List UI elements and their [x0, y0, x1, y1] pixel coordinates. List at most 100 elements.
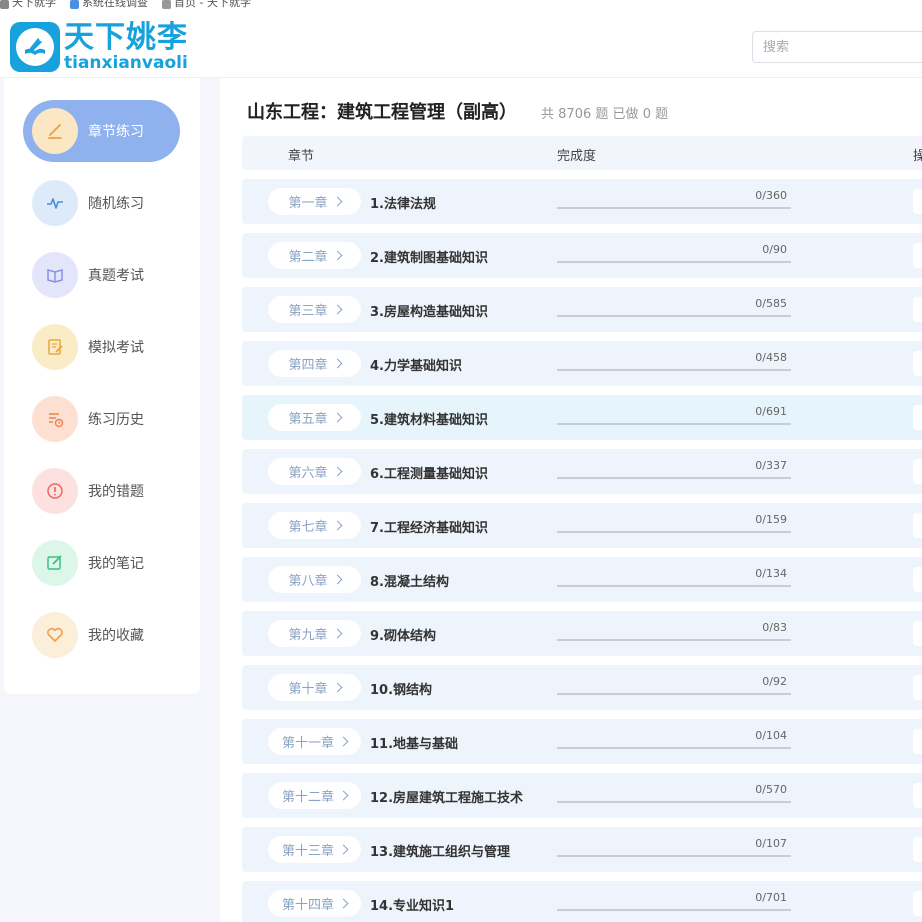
chapter-chip[interactable]: 第七章 — [268, 512, 361, 539]
chevron-right-icon — [332, 196, 342, 207]
chevron-right-icon — [332, 304, 342, 315]
practice-button[interactable] — [913, 783, 922, 808]
chapter-chip[interactable]: 第八章 — [268, 566, 361, 593]
sidebar-item[interactable]: 我的笔记 — [23, 532, 180, 594]
column-progress: 完成度 — [557, 149, 597, 164]
practice-button[interactable] — [913, 459, 922, 484]
chapter-row[interactable]: 第六章 6.工程测量基础知识 0/337 — [242, 449, 922, 494]
chapter-chip[interactable]: 第三章 — [268, 296, 361, 323]
practice-button[interactable] — [913, 567, 922, 592]
pencil-icon — [32, 108, 78, 154]
chapter-chip[interactable]: 第十三章 — [268, 836, 361, 863]
practice-button[interactable] — [913, 297, 922, 322]
chapter-title: 10.钢结构 — [370, 683, 433, 698]
history-list-icon — [32, 396, 78, 442]
chapter-title: 8.混凝土结构 — [370, 575, 449, 590]
practice-button[interactable] — [913, 351, 922, 376]
chapter-row[interactable]: 第九章 9.砌体结构 0/83 — [242, 611, 922, 656]
chapter-row[interactable]: 第十四章 14.专业知识1 0/701 — [242, 881, 922, 922]
chevron-right-icon — [338, 898, 349, 909]
practice-button[interactable] — [913, 837, 922, 862]
chapter-row[interactable]: 第十章 10.钢结构 0/92 — [242, 665, 922, 710]
chapter-chip[interactable]: 第十章 — [268, 674, 361, 701]
practice-button[interactable] — [913, 513, 922, 538]
chevron-right-icon — [332, 574, 342, 585]
bookmark-label: 系统在线调查 — [82, 0, 148, 9]
chapter-title: 9.砌体结构 — [370, 629, 436, 644]
chapter-chip[interactable]: 第六章 — [268, 458, 361, 485]
chapter-chip-label: 第六章 — [288, 466, 328, 481]
chapter-chip[interactable]: 第十二章 — [268, 782, 361, 809]
search-input[interactable] — [753, 32, 922, 62]
sidebar-item[interactable]: 模拟考试 — [23, 316, 180, 378]
page-header: 山东工程：建筑工程管理（副高） 共 8706 题 已做 0 题 — [247, 98, 668, 124]
chapter-chip[interactable]: 第九章 — [268, 620, 361, 647]
search-box — [752, 31, 922, 63]
chapter-row[interactable]: 第七章 7.工程经济基础知识 0/159 — [242, 503, 922, 548]
chapter-row[interactable]: 第八章 8.混凝土结构 0/134 — [242, 557, 922, 602]
sidebar-item[interactable]: 章节练习 — [23, 100, 180, 162]
practice-button[interactable] — [913, 891, 922, 916]
progress-bar — [557, 531, 791, 533]
chapter-row[interactable]: 第二章 2.建筑制图基础知识 0/90 — [242, 233, 922, 278]
chapter-chip-label: 第四章 — [288, 358, 328, 373]
bookmark-item[interactable]: 系统在线调查 — [70, 0, 148, 9]
progress-text: 0/92 — [762, 675, 787, 688]
chapter-chip[interactable]: 第一章 — [268, 188, 361, 215]
bookmark-label: 首页 - 天下就学 — [174, 0, 251, 9]
progress-bar — [557, 693, 791, 695]
chevron-right-icon — [338, 736, 349, 747]
logo-badge — [10, 22, 60, 72]
practice-button[interactable] — [913, 405, 922, 430]
chapter-row[interactable]: 第三章 3.房屋构造基础知识 0/585 — [242, 287, 922, 332]
progress-text: 0/159 — [755, 513, 787, 526]
bookmark-item[interactable]: 首页 - 天下就学 — [162, 0, 251, 9]
chapter-chip[interactable]: 第十一章 — [268, 728, 361, 755]
chapter-row[interactable]: 第十三章 13.建筑施工组织与管理 0/107 — [242, 827, 922, 872]
logo-book-pen-icon — [16, 28, 54, 66]
chevron-right-icon — [332, 682, 342, 693]
chapter-title: 1.法律法规 — [370, 197, 436, 212]
sidebar-item[interactable]: 练习历史 — [23, 388, 180, 450]
progress-text: 0/585 — [755, 297, 787, 310]
chapter-chip[interactable]: 第十四章 — [268, 890, 361, 917]
progress-text: 0/701 — [755, 891, 787, 904]
practice-button[interactable] — [913, 243, 922, 268]
book-icon — [32, 252, 78, 298]
practice-button[interactable] — [913, 189, 922, 214]
sidebar-item[interactable]: 真题考试 — [23, 244, 180, 306]
logo-title-en: tianxianvaoli — [64, 52, 188, 73]
practice-button[interactable] — [913, 621, 922, 646]
sidebar-item-label: 随机练习 — [88, 196, 144, 212]
sidebar-item[interactable]: 随机练习 — [23, 172, 180, 234]
column-action: 操 — [913, 149, 922, 164]
chapter-chip-label: 第九章 — [288, 628, 328, 643]
site-logo[interactable]: 天下姚李 tianxianvaoli — [10, 22, 188, 72]
practice-button[interactable] — [913, 729, 922, 754]
logo-title-cn: 天下姚李 — [64, 19, 188, 55]
total-unit: 题 — [595, 107, 609, 122]
chapter-chip[interactable]: 第四章 — [268, 350, 361, 377]
sidebar-item-label: 我的错题 — [88, 484, 144, 500]
sidebar-item[interactable]: 我的收藏 — [23, 604, 180, 666]
sidebar-item[interactable]: 我的错题 — [23, 460, 180, 522]
chapter-chip[interactable]: 第二章 — [268, 242, 361, 269]
chapter-row[interactable]: 第四章 4.力学基础知识 0/458 — [242, 341, 922, 386]
progress-bar — [557, 207, 791, 209]
chapter-row[interactable]: 第十一章 11.地基与基础 0/104 — [242, 719, 922, 764]
practice-button[interactable] — [913, 675, 922, 700]
column-chapter: 章节 — [288, 149, 315, 164]
sidebar-item-label: 练习历史 — [88, 412, 144, 428]
chapter-chip-label: 第三章 — [288, 304, 328, 319]
chapter-chip[interactable]: 第五章 — [268, 404, 361, 431]
bookmark-favicon-icon — [0, 0, 9, 9]
chapter-row[interactable]: 第五章 5.建筑材料基础知识 0/691 — [242, 395, 922, 440]
progress-text: 0/458 — [755, 351, 787, 364]
chapter-row[interactable]: 第一章 1.法律法规 0/360 — [242, 179, 922, 224]
bookmark-bar: 天下就学 系统在线调查 首页 - 天下就学 — [0, 0, 922, 14]
sidebar-item-label: 我的笔记 — [88, 556, 144, 572]
chapter-row[interactable]: 第十二章 12.房屋建筑工程施工技术 0/570 — [242, 773, 922, 818]
progress-text: 0/134 — [755, 567, 787, 580]
bookmark-item[interactable]: 天下就学 — [0, 0, 56, 9]
chevron-right-icon — [338, 790, 349, 801]
